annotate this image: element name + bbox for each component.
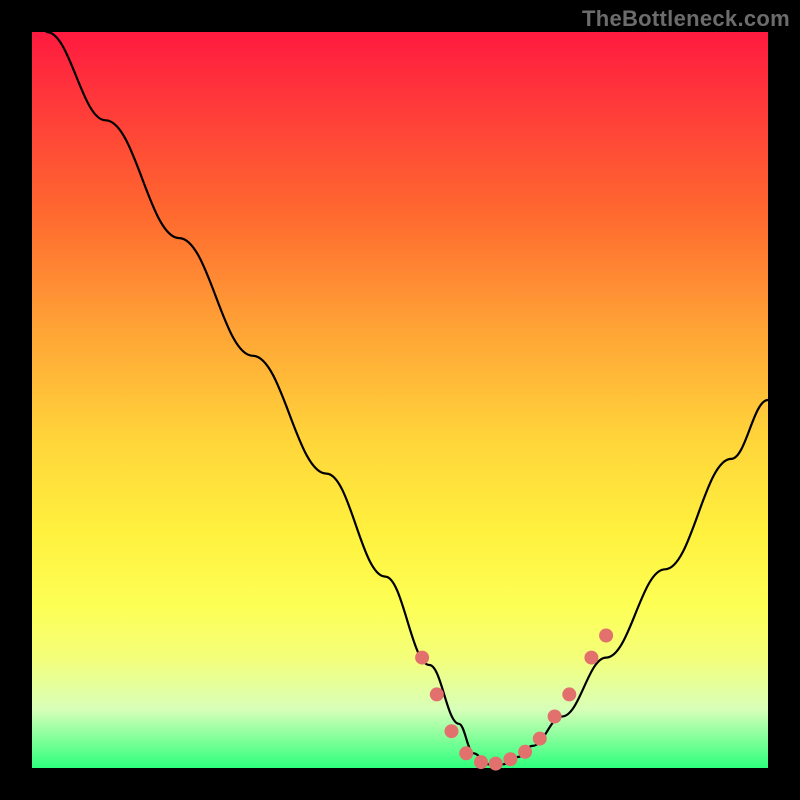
- marker-point: [474, 755, 488, 769]
- marker-point: [503, 752, 517, 766]
- marker-point: [562, 687, 576, 701]
- marker-point: [489, 757, 503, 771]
- marker-point: [415, 651, 429, 665]
- plot-area: [32, 32, 768, 768]
- marker-point: [584, 651, 598, 665]
- marker-point: [548, 710, 562, 724]
- marker-point: [533, 732, 547, 746]
- watermark-text: TheBottleneck.com: [582, 6, 790, 32]
- curve-layer: [32, 32, 768, 768]
- marker-point: [430, 687, 444, 701]
- chart-frame: TheBottleneck.com: [0, 0, 800, 800]
- marker-point: [599, 629, 613, 643]
- marker-point: [445, 724, 459, 738]
- marker-point: [518, 745, 532, 759]
- bottleneck-curve: [47, 32, 768, 764]
- marker-point: [459, 746, 473, 760]
